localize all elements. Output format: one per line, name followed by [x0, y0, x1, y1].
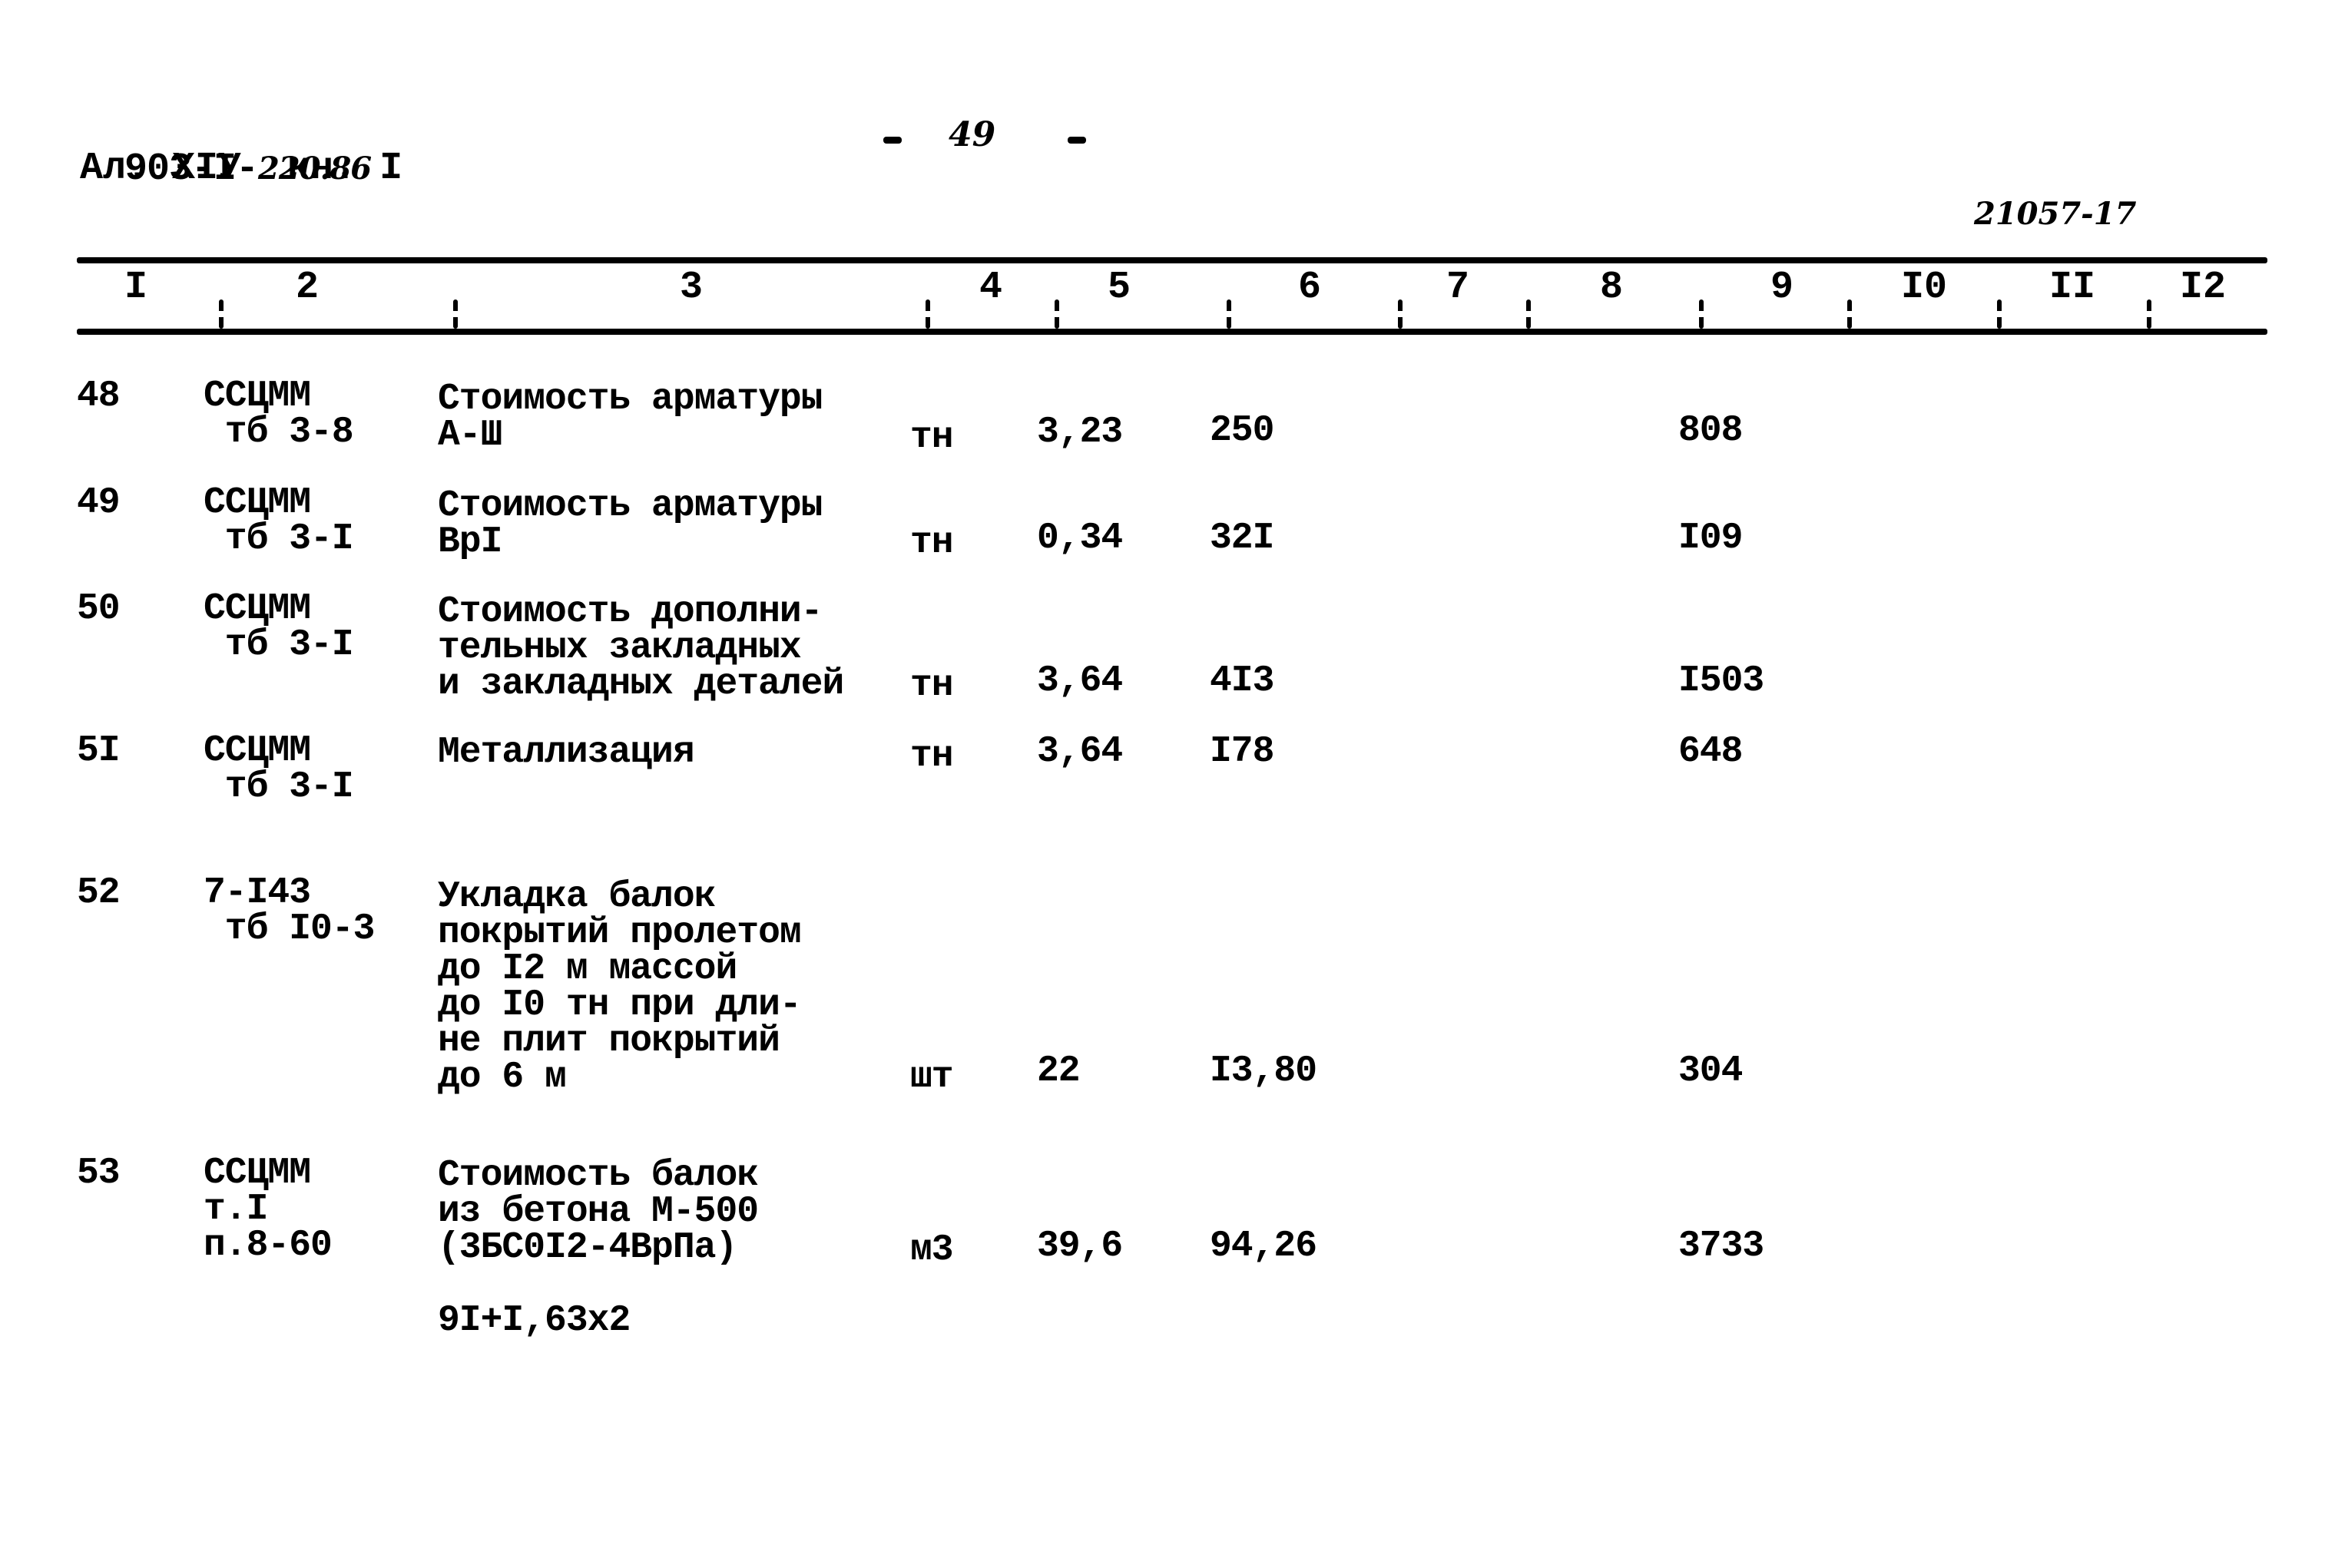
row-description: Стоимость арматуры ВрI — [438, 485, 823, 563]
header-top-rule — [77, 257, 2267, 263]
column-separator — [1997, 299, 2002, 329]
column-header-11: II — [2049, 266, 2096, 309]
row-unit: м3 — [910, 1229, 954, 1271]
column-header-3: 3 — [680, 266, 704, 309]
column-separator — [1227, 299, 1231, 329]
page-number: 49 — [949, 115, 996, 154]
header-bottom-rule — [77, 329, 2267, 335]
row-quantity: 39,6 — [1037, 1226, 1123, 1267]
column-header-5: 5 — [1108, 266, 1131, 309]
row-number: 5I — [77, 730, 121, 772]
row-total: 648 — [1678, 731, 1743, 772]
column-separator — [1847, 299, 1852, 329]
row-quantity: 22 — [1037, 1050, 1081, 1092]
sheet-code: 21057-17 — [1974, 196, 2137, 232]
row-unit-price: 32I — [1210, 518, 1274, 559]
row-number: 49 — [77, 482, 121, 524]
column-header-8: 8 — [1600, 266, 1624, 309]
row-unit-price: 94,26 — [1210, 1226, 1317, 1267]
row-unit: шт — [910, 1057, 954, 1098]
column-separator — [453, 299, 458, 329]
row-reference: ССЦММ тб 3-8 — [204, 375, 354, 453]
row-quantity: 3,64 — [1037, 660, 1123, 702]
page-dash-right — [1068, 137, 1086, 144]
row-reference: ССЦММ тб 3-I — [204, 730, 354, 808]
column-header-2: 2 — [296, 266, 320, 309]
row-number: 53 — [77, 1153, 121, 1194]
column-separator — [219, 299, 224, 329]
row-description: Металлизация — [438, 732, 695, 773]
row-quantity: 0,34 — [1037, 518, 1123, 559]
row-unit-price: I3,80 — [1210, 1050, 1317, 1092]
row-unit: тн — [910, 522, 954, 564]
row-total: I503 — [1678, 660, 1764, 702]
column-header-12: I2 — [2180, 266, 2227, 309]
row-total: 3733 — [1678, 1226, 1764, 1267]
row-number: 52 — [77, 872, 121, 914]
column-header-1: I — [124, 266, 148, 309]
row-number: 50 — [77, 588, 121, 630]
row-reference: ССЦММ тб 3-I — [204, 588, 354, 666]
row-description: Стоимость дополни- тельных закладных и з… — [438, 591, 844, 705]
row-total: 808 — [1678, 410, 1743, 452]
row-quantity: 3,64 — [1037, 731, 1123, 772]
column-separator — [2147, 299, 2151, 329]
row-unit-price: 250 — [1210, 410, 1274, 452]
row-unit: тн — [910, 665, 954, 706]
column-header-6: 6 — [1298, 266, 1322, 309]
row-description: Стоимость арматуры А-Ш — [438, 379, 823, 456]
row-quantity: 3,23 — [1037, 412, 1123, 453]
row-reference: ССЦММ тб 3-I — [204, 482, 354, 560]
row-unit: тн — [910, 736, 954, 777]
column-separator — [926, 299, 930, 329]
column-header-9: 9 — [1770, 266, 1794, 309]
column-header-7: 7 — [1446, 266, 1470, 309]
column-header-4: 4 — [979, 266, 1003, 309]
row-total: 304 — [1678, 1050, 1743, 1092]
row-calculation-note: 9I+I,63х2 — [438, 1300, 631, 1341]
row-description: Укладка балок покрытий пролетом до I2 м … — [438, 876, 802, 1098]
row-unit: тн — [910, 417, 954, 458]
row-reference: ССЦММ т.I п.8-60 — [204, 1153, 333, 1266]
column-header-10: I0 — [1901, 266, 1948, 309]
row-reference: 7-I43 тб I0-3 — [204, 872, 375, 950]
row-total: I09 — [1678, 518, 1743, 559]
volume-label: Ал. XIУ кн. I — [80, 147, 403, 190]
row-description: Стоимость балок из бетона М-500 (3БС0I2-… — [438, 1155, 759, 1269]
column-separator — [1699, 299, 1704, 329]
row-number: 48 — [77, 375, 121, 417]
column-separator — [1526, 299, 1531, 329]
page-dash-left — [883, 137, 902, 144]
row-unit-price: I78 — [1210, 731, 1274, 772]
column-separator — [1055, 299, 1059, 329]
column-separator — [1398, 299, 1403, 329]
row-unit-price: 4I3 — [1210, 660, 1274, 702]
